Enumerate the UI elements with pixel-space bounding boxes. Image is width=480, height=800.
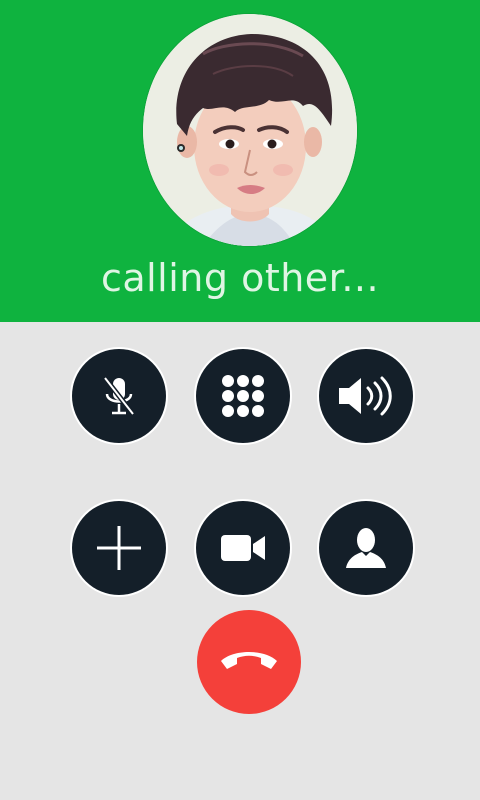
- call-status-text: calling other...: [100, 256, 380, 300]
- phone-hangup-icon: [219, 647, 279, 677]
- end-call-button[interactable]: [197, 610, 301, 714]
- speaker-button[interactable]: [319, 349, 413, 443]
- avatar-portrait: [143, 14, 357, 246]
- keypad-button[interactable]: [196, 349, 290, 443]
- video-camera-icon: [219, 533, 267, 563]
- plus-icon: [95, 524, 143, 572]
- mute-button[interactable]: [72, 349, 166, 443]
- dialpad-icon: [220, 373, 266, 419]
- call-header: calling other...: [0, 0, 480, 322]
- contacts-button[interactable]: [319, 501, 413, 595]
- call-screen: calling other...: [0, 0, 480, 800]
- caller-avatar: [143, 14, 357, 246]
- add-call-button[interactable]: [72, 501, 166, 595]
- person-icon: [344, 526, 388, 570]
- microphone-muted-icon: [99, 374, 139, 418]
- speaker-icon: [337, 374, 395, 418]
- video-button[interactable]: [196, 501, 290, 595]
